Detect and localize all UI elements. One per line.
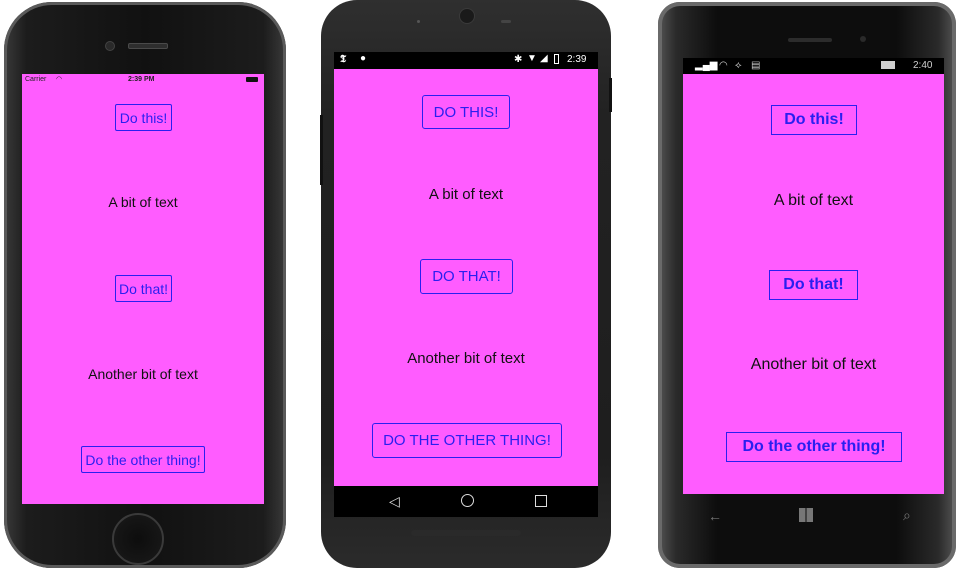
- earpiece-speaker: [128, 43, 168, 49]
- location-pin-icon: ●: [360, 53, 367, 64]
- data-icon: ⟡: [735, 60, 742, 71]
- signal-icon: ▂▄▆: [695, 60, 718, 71]
- do-the-other-thing-button[interactable]: DO THE OTHER THING!: [372, 423, 562, 458]
- text-label-1: A bit of text: [428, 186, 504, 203]
- android-status-bar: 𝕿 ● ✱ ▼ ◢ 2:39: [334, 52, 598, 69]
- carrier-label: Carrier: [25, 76, 47, 83]
- wifi-icon: ◠: [56, 76, 63, 83]
- battery-icon: [246, 77, 258, 82]
- status-time: 2:39: [567, 54, 587, 65]
- battery-icon: [881, 61, 895, 69]
- do-that-button[interactable]: DO THAT!: [420, 259, 513, 294]
- home-button[interactable]: [112, 513, 164, 565]
- volume-rocker[interactable]: [320, 115, 323, 185]
- nyt-notification-icon: 𝕿: [340, 54, 347, 65]
- search-key-icon[interactable]: ⌕: [903, 507, 911, 524]
- front-camera: [459, 8, 475, 24]
- do-the-other-thing-button[interactable]: Do the other thing!: [726, 432, 902, 462]
- windows-screen: Do this! A bit of text Do that! Another …: [683, 74, 944, 494]
- do-that-button[interactable]: Do that!: [769, 270, 858, 300]
- power-key[interactable]: [609, 78, 612, 112]
- message-icon: ▤: [751, 60, 761, 71]
- front-camera: [860, 36, 866, 42]
- text-label-2: Another bit of text: [88, 366, 198, 382]
- earpiece-speaker: [788, 38, 832, 42]
- iphone-screen: Carrier ◠ 2:39 PM Do this! A bit of text…: [22, 74, 264, 504]
- battery-icon: [554, 54, 559, 64]
- text-label-2: Another bit of text: [407, 350, 525, 367]
- android-nav-bar: ◁: [334, 486, 598, 517]
- status-time: 2:40: [913, 60, 933, 71]
- windows-key-icon[interactable]: [799, 508, 813, 522]
- text-label-2: Another bit of text: [750, 356, 877, 373]
- bluetooth-icon: ✱: [514, 54, 523, 65]
- recents-icon[interactable]: [535, 495, 547, 507]
- speaker-dot: [417, 20, 420, 23]
- wifi-icon: ▼: [527, 53, 537, 64]
- text-label-1: A bit of text: [773, 192, 854, 209]
- do-this-button[interactable]: Do this!: [115, 104, 172, 131]
- do-that-button[interactable]: Do that!: [115, 275, 172, 302]
- speaker-grille: [411, 530, 521, 536]
- home-icon[interactable]: [461, 494, 474, 507]
- iphone-status-bar: Carrier ◠ 2:39 PM: [22, 74, 264, 86]
- do-the-other-thing-button[interactable]: Do the other thing!: [81, 446, 205, 473]
- android-screen: DO THIS! A bit of text DO THAT! Another …: [334, 69, 598, 486]
- signal-icon: ◢: [540, 53, 548, 64]
- windows-status-bar: ▂▄▆ ◠ ⟡ ▤ 2:40: [683, 58, 944, 74]
- front-camera: [105, 41, 115, 51]
- do-this-button[interactable]: DO THIS!: [422, 95, 510, 129]
- do-this-button[interactable]: Do this!: [771, 105, 857, 135]
- sensor-dots: [501, 20, 511, 23]
- back-key-icon[interactable]: ←: [708, 508, 722, 524]
- wifi-icon: ◠: [719, 60, 728, 71]
- status-time: 2:39 PM: [128, 76, 155, 83]
- back-icon[interactable]: ◁: [389, 493, 400, 510]
- text-label-1: A bit of text: [108, 194, 178, 210]
